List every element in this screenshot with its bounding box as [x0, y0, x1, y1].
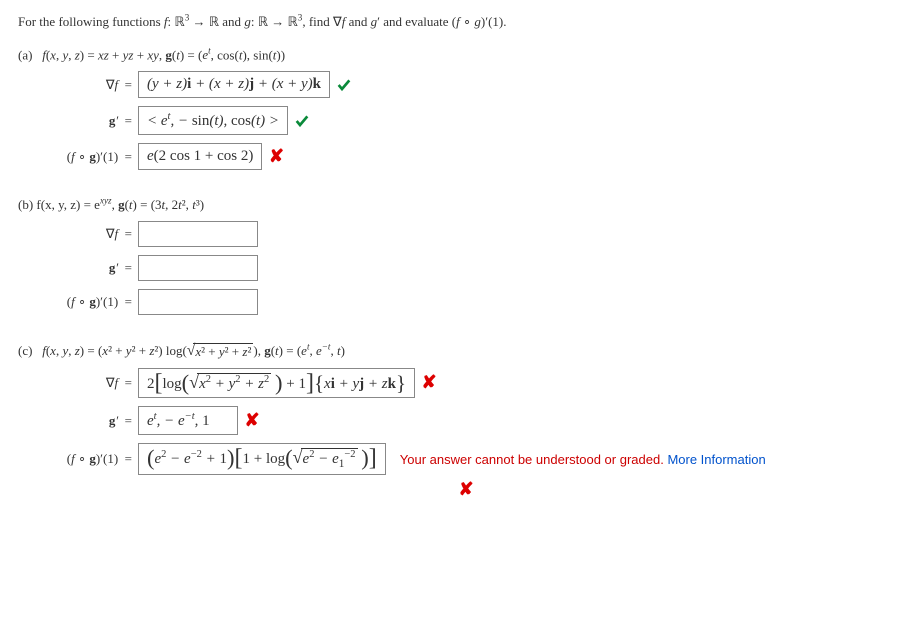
cross-icon: ✘ — [244, 410, 260, 431]
part-c: (c) f(x, y, z) = (x² + y² + z²) log(√x² … — [18, 341, 900, 500]
part-a-definition: (a) f(x, y, z) = xz + yz + xy, g(t) = (e… — [18, 46, 900, 63]
comp-label: (f ∘ g)′(1) = — [18, 294, 138, 310]
part-b-comp-input[interactable] — [138, 289, 258, 315]
gprime-label: g′ = — [18, 413, 138, 429]
cross-icon: ✘ — [421, 372, 437, 393]
gradf-label: ∇f = — [18, 226, 138, 242]
part-b-def-prefix: (b) f(x, y, z) = e — [18, 197, 100, 212]
part-b-gradf-input[interactable] — [138, 221, 258, 247]
feedback-text: Your answer cannot be understood or grad… — [400, 452, 766, 467]
cross-icon: ✘ — [458, 479, 474, 500]
part-c-gprime-input[interactable]: et, − e−t, 1 — [138, 406, 238, 435]
part-a-gradf-row: ∇f = (y + z)i + (x + z)j + (x + y)k — [18, 71, 900, 98]
part-a-gradf-input[interactable]: (y + z)i + (x + z)j + (x + y)k — [138, 71, 330, 98]
part-b-gprime-row: g′ = — [18, 255, 900, 281]
part-b: (b) f(x, y, z) = exyz, g(t) = (3t, 2t², … — [18, 196, 900, 315]
part-b-definition: (b) f(x, y, z) = exyz, g(t) = (3t, 2t², … — [18, 196, 900, 213]
gprime-label: g′ = — [18, 113, 138, 129]
comp-label: (f ∘ g)′(1) = — [18, 451, 138, 467]
part-b-gradf-row: ∇f = — [18, 221, 900, 247]
part-c-gradf-row: ∇f = 2[log(√x2 + y2 + z2 ) + 1]{xi + yj … — [18, 368, 900, 398]
gradf-label: ∇f = — [18, 375, 138, 391]
part-c-gprime-row: g′ = et, − e−t, 1 ✘ — [18, 406, 900, 435]
check-icon — [294, 112, 310, 130]
instructions: For the following functions f: ℝ3 → ℝ an… — [18, 12, 900, 32]
part-b-comp-row: (f ∘ g)′(1) = — [18, 289, 900, 315]
part-c-comp-row: (f ∘ g)′(1) = (e2 − e−2 + 1)[1 + log(√e2… — [18, 443, 900, 475]
comp-label: (f ∘ g)′(1) = — [18, 149, 138, 165]
part-b-gprime-input[interactable] — [138, 255, 258, 281]
part-a-gprime-row: g′ = < et, − sin(t), cos(t) > — [18, 106, 900, 135]
part-a-gprime-input[interactable]: < et, − sin(t), cos(t) > — [138, 106, 288, 135]
cross-icon: ✘ — [268, 146, 284, 167]
part-a-comp-row: (f ∘ g)′(1) = e(2 cos 1 + cos 2) ✘ — [18, 143, 900, 170]
part-c-definition: (c) f(x, y, z) = (x² + y² + z²) log(√x² … — [18, 341, 900, 359]
gprime-label: g′ = — [18, 260, 138, 276]
more-information-link[interactable]: More Information — [667, 452, 765, 467]
part-b-def-suffix: , g(t) = (3t, 2t², t³) — [112, 197, 204, 212]
check-icon — [336, 76, 352, 94]
part-a-comp-input[interactable]: e(2 cos 1 + cos 2) — [138, 143, 262, 170]
instructions-text: For the following functions f: ℝ3 → ℝ an… — [18, 14, 506, 29]
part-c-gradf-input[interactable]: 2[log(√x2 + y2 + z2 ) + 1]{xi + yj + zk} — [138, 368, 415, 398]
gradf-label: ∇f = — [18, 77, 138, 93]
part-c-comp-input[interactable]: (e2 − e−2 + 1)[1 + log(√e2 − e1−2 )] — [138, 443, 386, 475]
part-a: (a) f(x, y, z) = xz + yz + xy, g(t) = (e… — [18, 46, 900, 170]
part-b-def-exp: xyz — [100, 196, 112, 206]
